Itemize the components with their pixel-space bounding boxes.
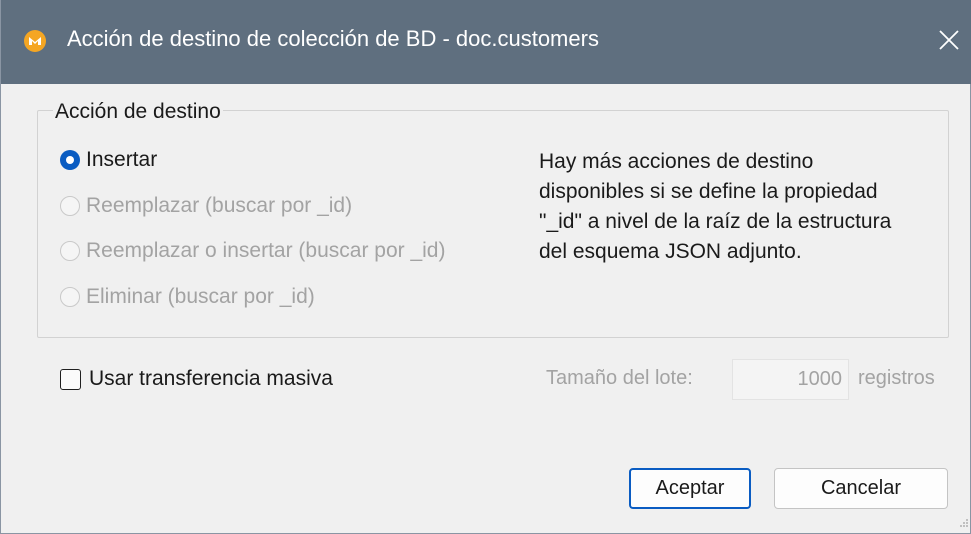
close-icon[interactable] <box>937 28 961 52</box>
title-bar: Acción de destino de colección de BD - d… <box>1 0 971 84</box>
radio-insert-label[interactable]: Insertar <box>86 148 157 172</box>
radio-replace-or-insert-label[interactable]: Reemplazar o insertar (buscar por _id) <box>86 239 445 263</box>
radio-replace-label[interactable]: Reemplazar (buscar por _id) <box>86 194 352 218</box>
radio-insert[interactable]: Insertar <box>60 146 157 174</box>
radio-button-checked-icon[interactable] <box>60 150 80 170</box>
batch-size-label: Tamaño del lote: <box>546 367 693 389</box>
batch-size-input[interactable] <box>732 359 849 400</box>
target-action-legend: Acción de destino <box>53 100 223 124</box>
batch-units-label: registros <box>858 367 935 389</box>
ok-button[interactable]: Aceptar <box>629 468 751 509</box>
info-line: del esquema JSON adjunto. <box>539 240 802 263</box>
window-title: Acción de destino de colección de BD - d… <box>67 26 599 51</box>
radio-replace-or-insert[interactable]: Reemplazar o insertar (buscar por _id) <box>60 237 445 265</box>
radio-replace[interactable]: Reemplazar (buscar por _id) <box>60 192 352 220</box>
radio-button-icon[interactable] <box>60 241 80 261</box>
info-line: Hay más acciones de destino <box>539 150 814 173</box>
bulk-transfer-label[interactable]: Usar transferencia masiva <box>89 367 333 391</box>
radio-button-icon[interactable] <box>60 287 80 307</box>
info-message: Hay más acciones de destino disponibles … <box>539 147 939 267</box>
bulk-transfer-checkbox[interactable] <box>60 368 81 390</box>
resize-grip-icon[interactable] <box>957 516 969 528</box>
radio-delete[interactable]: Eliminar (buscar por _id) <box>60 283 315 311</box>
radio-delete-label[interactable]: Eliminar (buscar por _id) <box>86 285 315 309</box>
dialog-window: Acción de destino de colección de BD - d… <box>0 0 971 534</box>
bulk-transfer-option[interactable]: Usar transferencia masiva <box>60 365 333 393</box>
cancel-button[interactable]: Cancelar <box>774 468 948 509</box>
app-logo-icon <box>24 30 46 52</box>
radio-button-icon[interactable] <box>60 196 80 216</box>
info-line: "_id" a nivel de la raíz de la estructur… <box>539 210 892 233</box>
info-line: disponibles si se define la propiedad <box>539 180 878 203</box>
